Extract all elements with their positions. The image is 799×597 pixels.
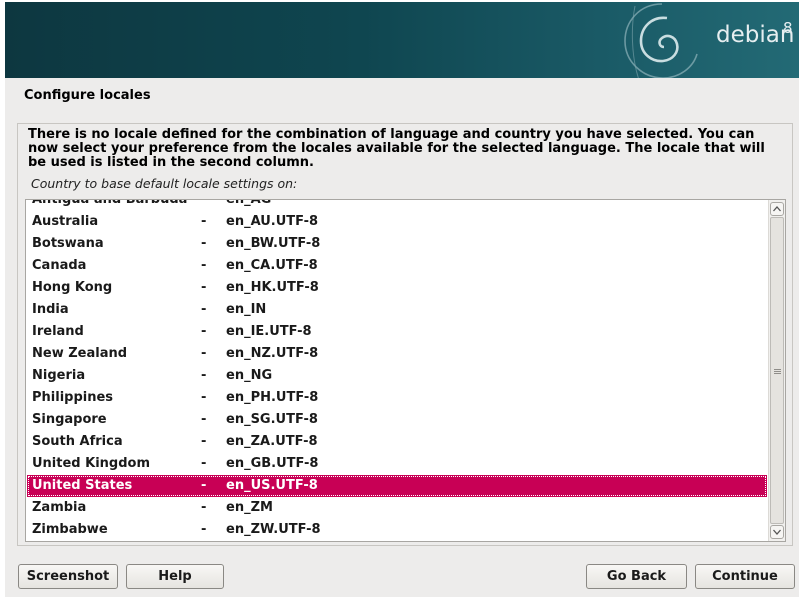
- scroll-up-button[interactable]: [770, 202, 784, 216]
- chevron-down-icon: [773, 529, 781, 535]
- locale-code: en_PH.UTF-8: [226, 390, 319, 405]
- grip-line: [774, 369, 781, 370]
- chevron-up-icon: [773, 206, 781, 212]
- separator: -: [201, 236, 207, 251]
- locale-code: en_HK.UTF-8: [226, 280, 319, 295]
- grip-line: [774, 373, 781, 374]
- list-item[interactable]: Canada - en_CA.UTF-8: [27, 255, 767, 277]
- separator: -: [201, 346, 207, 361]
- debian-version: 8: [783, 19, 793, 37]
- locale-code: en_IE.UTF-8: [226, 324, 312, 339]
- locale-code: en_CA.UTF-8: [226, 258, 318, 273]
- separator: -: [201, 390, 207, 405]
- separator: -: [201, 522, 207, 537]
- country-name: Antigua and Barbuda: [32, 199, 188, 207]
- country-name: United Kingdom: [32, 456, 151, 471]
- list-item[interactable]: New Zealand - en_NZ.UTF-8: [27, 343, 767, 365]
- installer-window: debian 8 Configure locales There is no l…: [5, 2, 799, 597]
- screenshot-button[interactable]: Screenshot: [18, 564, 118, 589]
- list-item[interactable]: United Kingdom - en_GB.UTF-8: [27, 453, 767, 475]
- help-button[interactable]: Help: [126, 564, 224, 589]
- debian-swirl-icon: [624, 3, 698, 78]
- grip-line: [774, 371, 781, 372]
- locale-code: en_BW.UTF-8: [226, 236, 321, 251]
- list-item[interactable]: United States - en_US.UTF-8: [27, 475, 767, 497]
- locale-code: en_ZA.UTF-8: [226, 434, 318, 449]
- country-name: Ireland: [32, 324, 84, 339]
- locale-code: en_GB.UTF-8: [226, 456, 319, 471]
- separator: -: [201, 214, 207, 229]
- locale-code: en_US.UTF-8: [226, 478, 318, 493]
- locale-rows: Antigua and Barbuda - en_AG Australia - en_AU…: [26, 199, 770, 541]
- separator: -: [201, 199, 207, 207]
- list-item[interactable]: Zambia - en_ZM: [27, 497, 767, 519]
- list-item[interactable]: Ireland - en_IE.UTF-8: [27, 321, 767, 343]
- country-name: India: [32, 302, 69, 317]
- country-name: Canada: [32, 258, 87, 273]
- country-name: Zimbabwe: [32, 522, 108, 537]
- scrollbar[interactable]: [768, 200, 785, 541]
- locale-code: en_NG: [226, 368, 273, 383]
- list-item[interactable]: South Africa - en_ZA.UTF-8: [27, 431, 767, 453]
- list-label: Country to base default locale settings …: [31, 176, 298, 191]
- separator: -: [201, 302, 207, 317]
- locale-code: en_AG: [226, 199, 272, 207]
- country-name: United States: [32, 478, 133, 493]
- separator: -: [201, 324, 207, 339]
- description-text: There is no locale defined for the combi…: [28, 127, 765, 170]
- locale-code: en_ZM: [226, 500, 273, 515]
- continue-button[interactable]: Continue: [695, 564, 795, 589]
- content-panel: There is no locale defined for the combi…: [17, 123, 793, 546]
- separator: -: [201, 434, 207, 449]
- list-item[interactable]: Singapore - en_SG.UTF-8: [27, 409, 767, 431]
- locale-code: en_AU.UTF-8: [226, 214, 319, 229]
- go-back-button[interactable]: Go Back: [586, 564, 687, 589]
- country-name: Botswana: [32, 236, 104, 251]
- scroll-thumb[interactable]: [770, 217, 784, 524]
- locale-code: en_NZ.UTF-8: [226, 346, 319, 361]
- country-name: Australia: [32, 214, 99, 229]
- separator: -: [201, 456, 207, 471]
- country-name: New Zealand: [32, 346, 128, 361]
- page-title: Configure locales: [24, 88, 151, 103]
- separator: -: [201, 280, 207, 295]
- locale-code: en_ZW.UTF-8: [226, 522, 321, 537]
- list-item[interactable]: Australia - en_AU.UTF-8: [27, 211, 767, 233]
- separator: -: [201, 500, 207, 515]
- country-name: Singapore: [32, 412, 107, 427]
- separator: -: [201, 478, 207, 493]
- country-name: Nigeria: [32, 368, 86, 383]
- locale-code: en_IN: [226, 302, 267, 317]
- country-name: Zambia: [32, 500, 87, 515]
- locale-listbox[interactable]: Antigua and Barbuda - en_AG Australia - en_AU…: [25, 199, 786, 542]
- list-item[interactable]: India - en_IN: [27, 299, 767, 321]
- country-name: Philippines: [32, 390, 114, 405]
- list-item[interactable]: Botswana - en_BW.UTF-8: [27, 233, 767, 255]
- list-item[interactable]: Zimbabwe - en_ZW.UTF-8: [27, 519, 767, 541]
- scroll-down-button[interactable]: [770, 525, 784, 539]
- list-item[interactable]: Philippines - en_PH.UTF-8: [27, 387, 767, 409]
- country-name: Hong Kong: [32, 280, 113, 295]
- separator: -: [201, 412, 207, 427]
- list-item[interactable]: Hong Kong - en_HK.UTF-8: [27, 277, 767, 299]
- separator: -: [201, 368, 207, 383]
- country-name: South Africa: [32, 434, 123, 449]
- list-item[interactable]: Nigeria - en_NG: [27, 365, 767, 387]
- locale-code: en_SG.UTF-8: [226, 412, 318, 427]
- debian-banner: debian 8: [5, 2, 799, 78]
- separator: -: [201, 258, 207, 273]
- list-item[interactable]: Antigua and Barbuda - en_AG: [27, 199, 767, 211]
